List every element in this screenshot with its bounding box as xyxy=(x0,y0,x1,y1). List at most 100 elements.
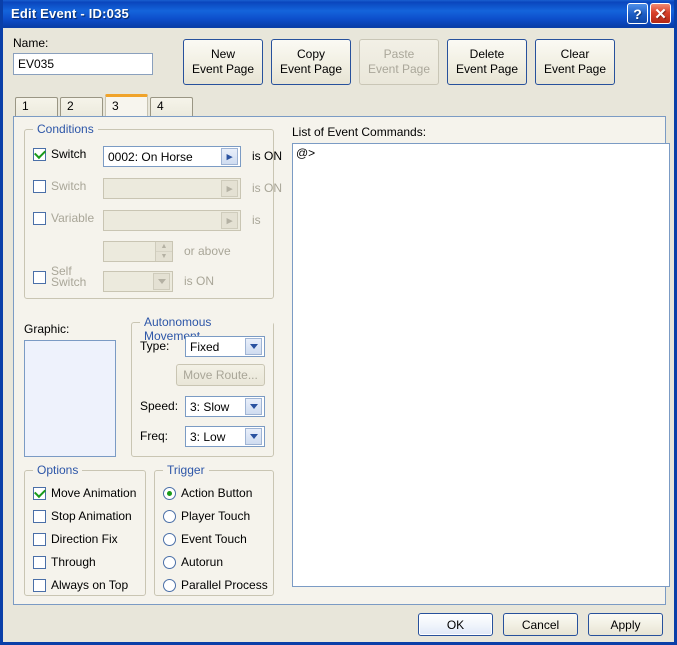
move-route-label: Move Route... xyxy=(183,368,258,382)
condition-switch-1-label: Switch xyxy=(51,147,87,161)
tab-page-1[interactable]: 1 xyxy=(15,97,58,116)
movement-freq-combo[interactable]: 3: Low xyxy=(185,426,265,447)
condition-self-switch-row: Self Switch xyxy=(33,265,87,289)
trigger-event-touch-row[interactable]: Event Touch xyxy=(163,532,247,546)
event-commands-list[interactable]: @> xyxy=(292,143,670,587)
delete-event-page-button[interactable]: Delete Event Page xyxy=(447,39,527,85)
trigger-parallel-process-radio[interactable] xyxy=(163,578,176,592)
graphic-label: Graphic: xyxy=(24,322,70,336)
option-always-on-top-label: Always on Top xyxy=(51,578,129,592)
chevron-down-icon[interactable] xyxy=(245,338,262,355)
page-button-group: New Event Page Copy Event Page Paste Eve… xyxy=(183,39,615,85)
movement-freq-label: Freq: xyxy=(140,429,169,443)
condition-switch-2-checkbox[interactable] xyxy=(33,179,46,193)
trigger-autorun-label: Autorun xyxy=(181,555,224,569)
condition-switch-1-picker[interactable]: 0002: On Horse ▸ xyxy=(103,146,241,167)
condition-variable-picker: ▸ xyxy=(103,210,241,231)
option-through-label: Through xyxy=(51,555,96,569)
cancel-button[interactable]: Cancel xyxy=(503,613,578,636)
option-stop-animation-label: Stop Animation xyxy=(51,509,132,523)
button-line-1: New xyxy=(210,47,235,61)
trigger-player-touch-row[interactable]: Player Touch xyxy=(163,509,250,523)
movement-freq-value: 3: Low xyxy=(190,429,226,444)
movement-speed-label: Speed: xyxy=(140,399,179,413)
option-through-row[interactable]: Through xyxy=(33,555,96,569)
movement-type-combo[interactable]: Fixed xyxy=(185,336,265,357)
button-line-2: Event Page xyxy=(543,62,607,76)
trigger-autorun-radio[interactable] xyxy=(163,555,176,569)
trigger-player-touch-label: Player Touch xyxy=(181,509,251,523)
title-bar[interactable]: Edit Event - ID:035 ? ✕ xyxy=(3,0,674,28)
edit-event-dialog: Edit Event - ID:035 ? ✕ Name: New Event … xyxy=(0,0,677,645)
help-icon[interactable]: ? xyxy=(627,3,648,24)
spinner-down-icon: ▼ xyxy=(156,252,172,261)
button-line-2: Event Page xyxy=(191,62,255,76)
option-stop-animation-checkbox[interactable] xyxy=(33,509,46,523)
spinner-up-icon: ▲ xyxy=(156,242,172,252)
ok-button[interactable]: OK xyxy=(418,613,493,636)
button-line-1: Paste xyxy=(383,47,415,61)
trigger-event-touch-label: Event Touch xyxy=(181,532,247,546)
trigger-action-button-radio[interactable] xyxy=(163,486,176,500)
event-page-tabs: 1 2 3 4 xyxy=(3,94,674,116)
chevron-right-icon: ▸ xyxy=(221,212,238,229)
tab-page-4[interactable]: 4 xyxy=(150,97,193,116)
trigger-parallel-process-row[interactable]: Parallel Process xyxy=(163,578,268,592)
option-always-on-top-checkbox[interactable] xyxy=(33,578,46,592)
autonomous-movement-group: Autonomous Movement Type: Fixed Move Rou… xyxy=(131,315,274,457)
apply-button[interactable]: Apply xyxy=(588,613,663,636)
name-label: Name: xyxy=(13,36,49,50)
condition-variable-checkbox[interactable] xyxy=(33,211,46,225)
event-commands-label: List of Event Commands: xyxy=(292,125,427,139)
options-group-title: Options xyxy=(33,463,83,477)
trigger-autorun-row[interactable]: Autorun xyxy=(163,555,223,569)
condition-variable-label: Variable xyxy=(51,211,95,225)
trigger-event-touch-radio[interactable] xyxy=(163,532,176,546)
chevron-down-icon[interactable] xyxy=(245,398,262,415)
trigger-group-title: Trigger xyxy=(163,463,209,477)
condition-self-switch-combo xyxy=(103,271,173,292)
option-always-on-top-row[interactable]: Always on Top xyxy=(33,578,128,592)
option-direction-fix-row[interactable]: Direction Fix xyxy=(33,532,118,546)
condition-switch-2-label: Switch xyxy=(51,179,87,193)
option-move-animation-row[interactable]: Move Animation xyxy=(33,486,136,500)
option-through-checkbox[interactable] xyxy=(33,555,46,569)
chevron-right-icon[interactable]: ▸ xyxy=(221,148,238,165)
button-line-2: Event Page xyxy=(367,62,431,76)
option-direction-fix-checkbox[interactable] xyxy=(33,532,46,546)
options-group: Options Move Animation Stop Animation Di… xyxy=(24,463,146,596)
trigger-player-touch-radio[interactable] xyxy=(163,509,176,523)
condition-variable-row: Variable xyxy=(33,211,94,225)
option-direction-fix-label: Direction Fix xyxy=(51,532,118,546)
chevron-down-icon[interactable] xyxy=(245,428,262,445)
window-title: Edit Event - ID:035 xyxy=(11,6,129,21)
stepper-arrows: ▲ ▼ xyxy=(155,242,172,261)
new-event-page-button[interactable]: New Event Page xyxy=(183,39,263,85)
clear-event-page-button[interactable]: Clear Event Page xyxy=(535,39,615,85)
trigger-parallel-process-label: Parallel Process xyxy=(181,578,268,592)
condition-switch-1-checkbox[interactable] xyxy=(33,147,46,161)
condition-self-switch-label: Self Switch xyxy=(51,265,87,289)
condition-variable-amount-stepper: ▲ ▼ xyxy=(103,241,173,262)
condition-self-switch-checkbox[interactable] xyxy=(33,270,46,284)
condition-self-switch-suffix: is ON xyxy=(184,274,214,288)
condition-switch-1-value: 0002: On Horse xyxy=(108,149,193,164)
graphic-preview[interactable] xyxy=(24,340,116,457)
movement-speed-combo[interactable]: 3: Slow xyxy=(185,396,265,417)
name-block: Name: xyxy=(13,36,163,75)
self-switch-label-line-2: Switch xyxy=(51,275,87,289)
conditions-group-title: Conditions xyxy=(33,122,98,136)
option-move-animation-checkbox[interactable] xyxy=(33,486,46,500)
option-stop-animation-row[interactable]: Stop Animation xyxy=(33,509,132,523)
trigger-action-button-label: Action Button xyxy=(181,486,253,500)
button-line-1: Clear xyxy=(560,47,590,61)
tab-page-3[interactable]: 3 xyxy=(105,94,148,116)
copy-event-page-button[interactable]: Copy Event Page xyxy=(271,39,351,85)
dialog-button-bar: OK Cancel Apply xyxy=(3,613,674,636)
close-icon[interactable]: ✕ xyxy=(650,3,671,24)
name-input[interactable] xyxy=(13,53,153,75)
trigger-action-button-row[interactable]: Action Button xyxy=(163,486,252,500)
tab-page-2[interactable]: 2 xyxy=(60,97,103,116)
movement-type-value: Fixed xyxy=(190,339,220,354)
movement-speed-value: 3: Slow xyxy=(190,399,230,414)
